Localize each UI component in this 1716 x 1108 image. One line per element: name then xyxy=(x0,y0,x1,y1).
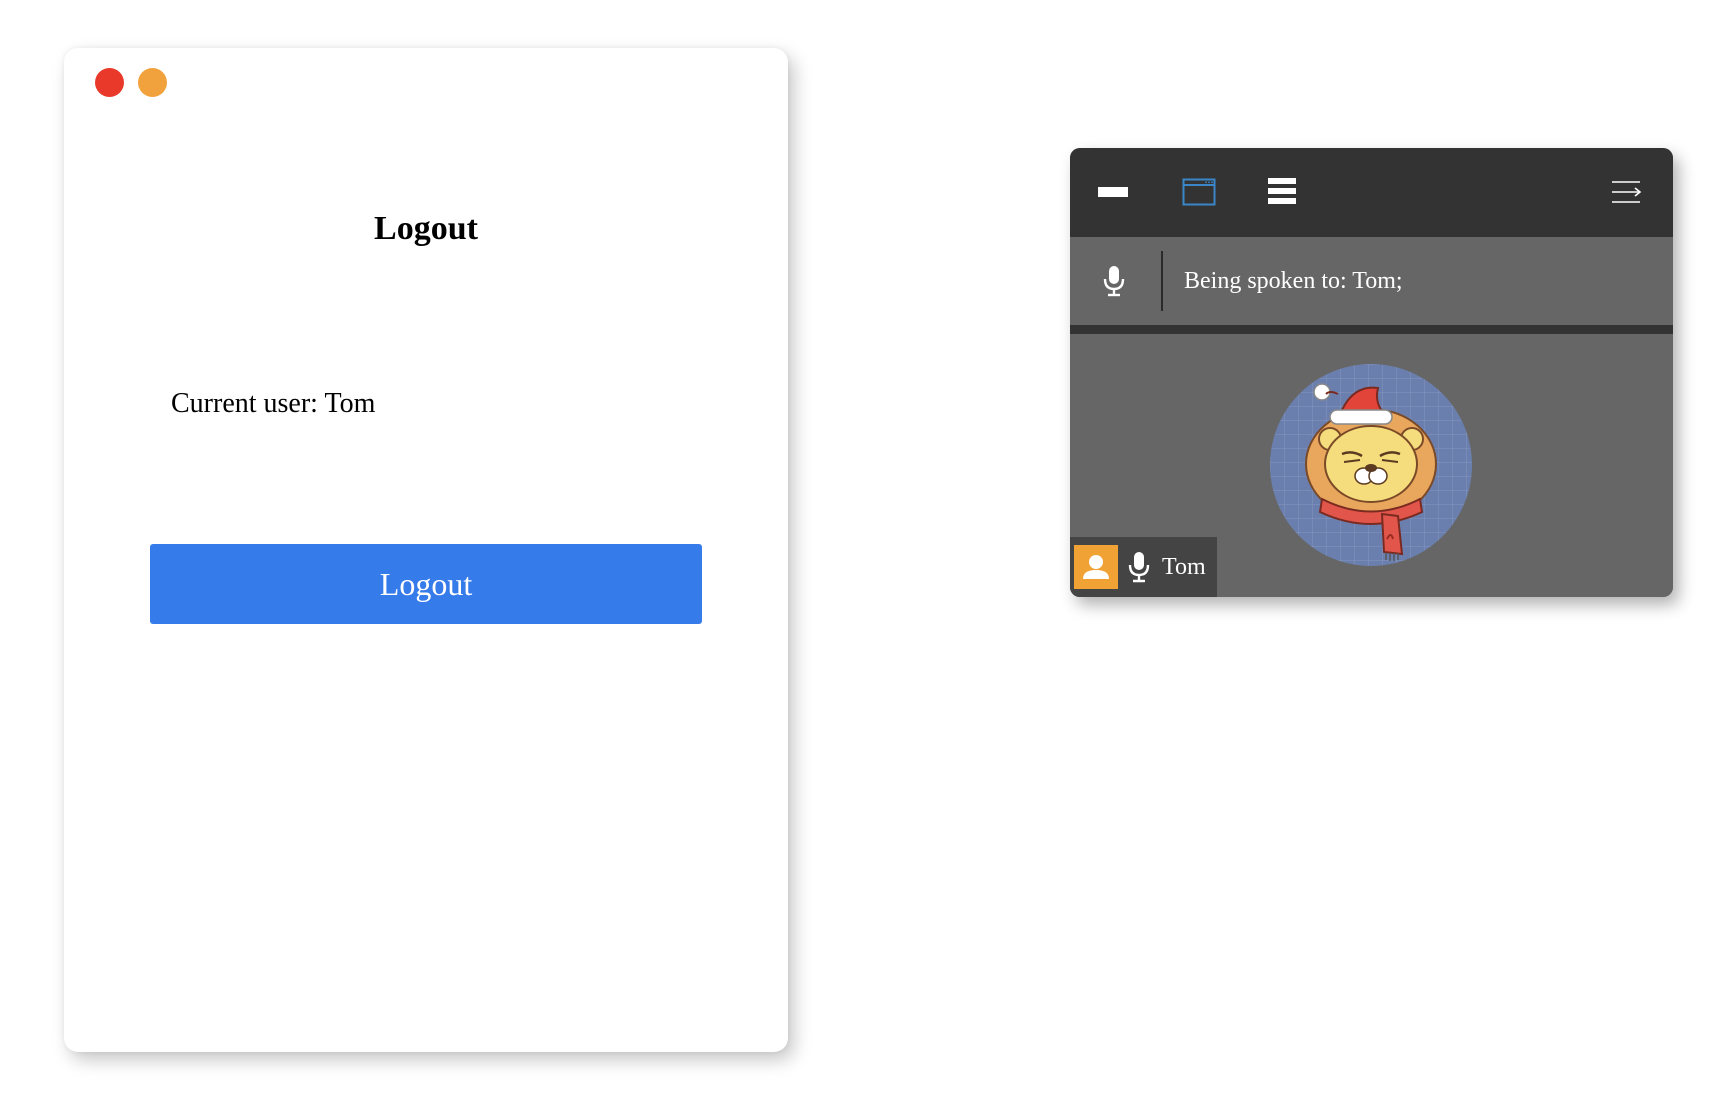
logout-button[interactable]: Logout xyxy=(150,544,702,624)
section-divider xyxy=(1070,325,1673,334)
speaking-status-bar: Being spoken to: Tom; xyxy=(1070,237,1673,325)
status-divider xyxy=(1161,251,1163,311)
microphone-icon xyxy=(1103,265,1125,302)
minimize-bar-icon[interactable] xyxy=(1098,174,1128,210)
voice-panel: Being spoken to: Tom; Tom xyxy=(1070,148,1673,597)
panel-toolbar xyxy=(1070,148,1673,237)
speaking-status-text: Being spoken to: Tom; xyxy=(1184,268,1403,294)
participant-video-area: Tom xyxy=(1070,334,1673,597)
user-badge-icon xyxy=(1074,545,1118,589)
page-title: Logout xyxy=(374,210,478,247)
current-user-label: Current user: Tom xyxy=(171,388,376,419)
list-icon[interactable] xyxy=(1268,176,1296,206)
lion-santa-hat-avatar xyxy=(1270,364,1472,566)
participant-tag: Tom xyxy=(1070,537,1217,597)
participant-name: Tom xyxy=(1162,554,1206,580)
logout-window: Logout Current user: Tom Logout xyxy=(64,48,788,1052)
logout-button-label: Logout xyxy=(379,565,473,602)
collapse-menu-icon[interactable] xyxy=(1611,178,1643,206)
minimize-window-button[interactable] xyxy=(138,68,167,97)
close-window-button[interactable] xyxy=(95,68,124,97)
microphone-icon xyxy=(1128,551,1150,588)
window-icon[interactable] xyxy=(1182,172,1216,212)
